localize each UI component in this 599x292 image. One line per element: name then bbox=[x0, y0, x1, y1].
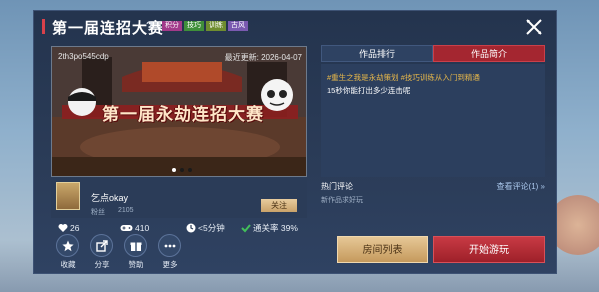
more-label: 更多 bbox=[162, 260, 178, 269]
banner-title: 第一届永劫连招大赛 bbox=[102, 105, 264, 124]
hot-comments: 热门评论 查看评论(1) » 新作品求好玩 bbox=[321, 181, 545, 221]
title-accent bbox=[42, 19, 45, 34]
more-button[interactable]: 更多 bbox=[156, 232, 184, 276]
view-comments-link[interactable]: 查看评论(1) » bbox=[497, 181, 545, 192]
share-label: 分享 bbox=[94, 260, 110, 269]
favorite-button-bg bbox=[56, 234, 79, 257]
room-list-button[interactable]: 房间列表 bbox=[337, 236, 428, 263]
carousel-dot[interactable] bbox=[188, 168, 192, 172]
share-button[interactable]: 分享 bbox=[88, 232, 116, 276]
start-play-button[interactable]: 开始游玩 bbox=[433, 236, 545, 263]
tag-list: 积分 技巧 训练 古风 bbox=[162, 21, 248, 31]
author-row: 乞点okay 粉丝 2105 关注 bbox=[51, 178, 307, 218]
follow-button[interactable]: 关注 bbox=[261, 199, 297, 212]
tab-ranking[interactable]: 作品排行 bbox=[321, 45, 433, 62]
carousel-dot[interactable] bbox=[180, 168, 184, 172]
close-icon bbox=[526, 19, 542, 35]
more-icon bbox=[164, 244, 176, 248]
tag-badge: 技巧 bbox=[184, 21, 204, 31]
clear-rate-value: 通关率 39% bbox=[253, 223, 298, 233]
sponsor-button-bg bbox=[124, 234, 147, 257]
carousel-dot[interactable] bbox=[172, 168, 176, 172]
favorite-label: 收藏 bbox=[60, 260, 76, 269]
share-button-bg bbox=[90, 234, 113, 257]
title-bar: 第一届连招大赛 ? 积分 技巧 训练 古风 bbox=[34, 11, 558, 41]
chevron-right-icon: » bbox=[540, 182, 545, 191]
sponsor-label: 赞助 bbox=[128, 260, 144, 269]
sponsor-icon bbox=[130, 242, 142, 251]
more-button-bg bbox=[158, 234, 181, 257]
tag-badge: 训练 bbox=[206, 21, 226, 31]
duration-value: <5分钟 bbox=[198, 223, 225, 233]
cover-banner[interactable]: 2th3po545cdp 最近更新: 2026-04-07 第一届永劫连招大赛 bbox=[51, 46, 307, 177]
fans-count: 2105 bbox=[118, 207, 134, 214]
introduction-panel: #重生之我是永劫策划 #技巧训练从入门到精通 15秒你能打出多少连击呢 bbox=[321, 64, 545, 177]
intro-description: 15秒你能打出多少连击呢 bbox=[327, 86, 411, 95]
check-icon bbox=[241, 224, 251, 233]
tab-introduction[interactable]: 作品简介 bbox=[433, 45, 545, 62]
help-icon[interactable]: ? bbox=[146, 20, 158, 32]
info-tabs: 作品排行 作品简介 bbox=[321, 45, 545, 62]
carousel-indicator[interactable] bbox=[172, 168, 192, 172]
comments-heading: 热门评论 bbox=[321, 182, 353, 191]
close-button[interactable] bbox=[524, 17, 544, 37]
tag-badge: 古风 bbox=[228, 21, 248, 31]
work-detail-dialog: 第一届连招大赛 ? 积分 技巧 训练 古风 2th3po545cdp 最近更新:… bbox=[33, 10, 557, 274]
avatar[interactable] bbox=[56, 182, 80, 210]
tag-badge: 积分 bbox=[162, 21, 182, 31]
star-icon bbox=[62, 240, 74, 252]
share-icon bbox=[96, 240, 108, 252]
work-id: 2th3po545cdp bbox=[58, 52, 109, 61]
sponsor-button[interactable]: 赞助 bbox=[122, 232, 150, 276]
intro-hashtags[interactable]: #重生之我是永劫策划 #技巧训练从入门到精通 bbox=[327, 72, 480, 83]
comment-text: 新作品求好玩 bbox=[321, 197, 363, 204]
last-updated: 最近更新: 2026-04-07 bbox=[224, 53, 302, 62]
fans-label: 粉丝 bbox=[91, 209, 105, 216]
author-name[interactable]: 乞点okay bbox=[91, 191, 128, 204]
clock-icon bbox=[186, 223, 196, 233]
view-comments-label: 查看评论(1) bbox=[496, 182, 539, 191]
favorite-button[interactable]: 收藏 bbox=[54, 232, 82, 276]
